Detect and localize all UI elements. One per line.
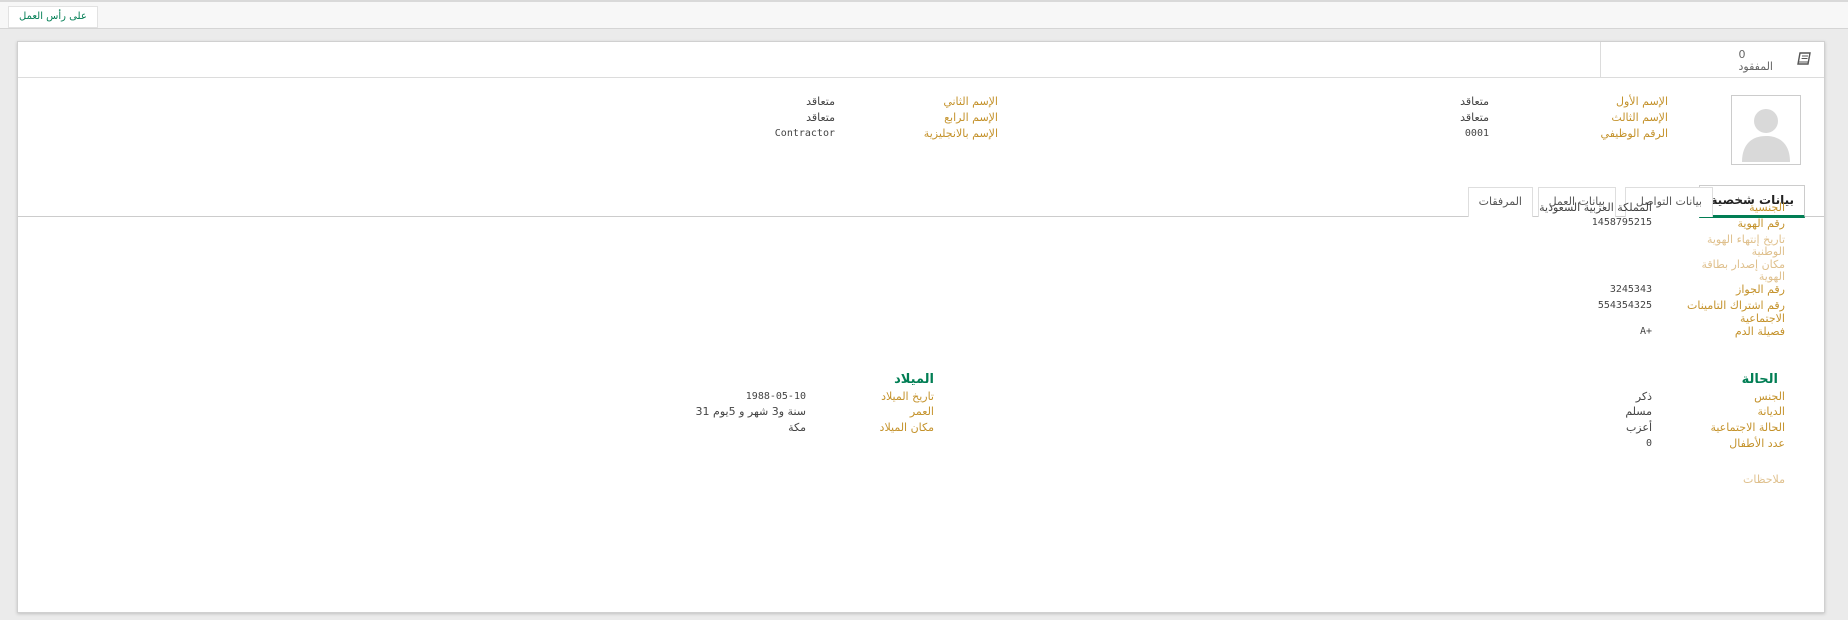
english-name-value[interactable]: Contractor [775,128,835,139]
id-number-value[interactable]: 1458795215 [1592,217,1652,228]
employee-avatar[interactable] [1731,95,1801,165]
first-name-label: الإسم الأول [1616,95,1668,108]
gosi-number-label-line2: الاجتماعية [1740,312,1785,325]
book-icon [1796,52,1812,69]
fourth-name-value[interactable]: متعاقد [806,111,835,124]
status-bar: على رأس العمل [0,0,1848,29]
passport-number-label: رقم الجواز [1736,283,1785,296]
tab-attachments[interactable]: المرفقات [1467,187,1533,217]
birth-place-label: مكان الميلاد [879,421,934,434]
job-number-label: الرقم الوظيفي [1600,127,1668,140]
id-expiry-label-line2: الوطنية [1751,245,1785,258]
children-count-label: عدد الأطفال [1729,437,1785,450]
age-label: العمر [909,405,934,418]
gosi-number-value[interactable]: 554354325 [1598,300,1652,311]
fourth-name-label: الإسم الرابع [944,111,998,124]
id-number-label: رقم الهوية [1737,217,1785,230]
gosi-number-label-line1: رقم اشتراك التامينات [1687,299,1785,312]
birth-date-value[interactable]: 1988-05-10 [746,391,806,402]
status-section-title: الحالة [1741,372,1778,387]
passport-number-value[interactable]: 3245343 [1610,284,1652,295]
children-count-value[interactable]: 0 [1646,438,1652,449]
birth-place-value[interactable]: مكة [788,421,806,434]
third-name-value[interactable]: متعاقد [1460,111,1489,124]
marital-status-value[interactable]: أعزب [1626,421,1652,434]
birth-date-label: تاريخ الميلاد [881,390,934,403]
id-issue-place-label-line2: الهوية [1758,270,1785,283]
nationality-value[interactable]: المملكة العربية السعودية [1539,201,1652,214]
status-on-duty-button[interactable]: على رأس العمل [8,6,98,28]
lost-items-stat-button[interactable]: 0 المفقود [1600,42,1824,77]
nationality-label: الجنسية [1749,201,1785,214]
first-name-value[interactable]: متعاقد [1460,95,1489,108]
birth-section-title: الميلاد [894,372,934,387]
second-name-value[interactable]: متعاقد [806,95,835,108]
notes-field[interactable]: ملاحظات [1743,473,1785,486]
third-name-label: الإسم الثالث [1611,111,1668,124]
employee-form-sheet: 0 المفقود الإسم الأول متعاقد الإسم الثال… [17,41,1825,613]
gender-value[interactable]: ذكر [1636,390,1652,403]
blood-type-value[interactable]: A+ [1640,326,1652,337]
lost-label: المفقود [1738,60,1773,73]
gender-label: الجنس [1754,390,1785,403]
second-name-label: الإسم الثاني [943,95,998,108]
avatar-placeholder-icon [1732,96,1800,164]
smart-button-box: 0 المفقود [18,42,1824,78]
marital-status-label: الحالة الاجتماعية [1710,421,1785,434]
job-number-value[interactable]: 0001 [1465,128,1489,139]
religion-value[interactable]: مسلم [1625,405,1652,418]
age-value: 31 سنة و3 شهر و 5يوم [695,405,806,418]
religion-label: الديانة [1757,405,1785,418]
blood-type-label: فصيلة الدم [1734,325,1785,338]
english-name-label: الإسم بالانجليزية [923,127,998,140]
